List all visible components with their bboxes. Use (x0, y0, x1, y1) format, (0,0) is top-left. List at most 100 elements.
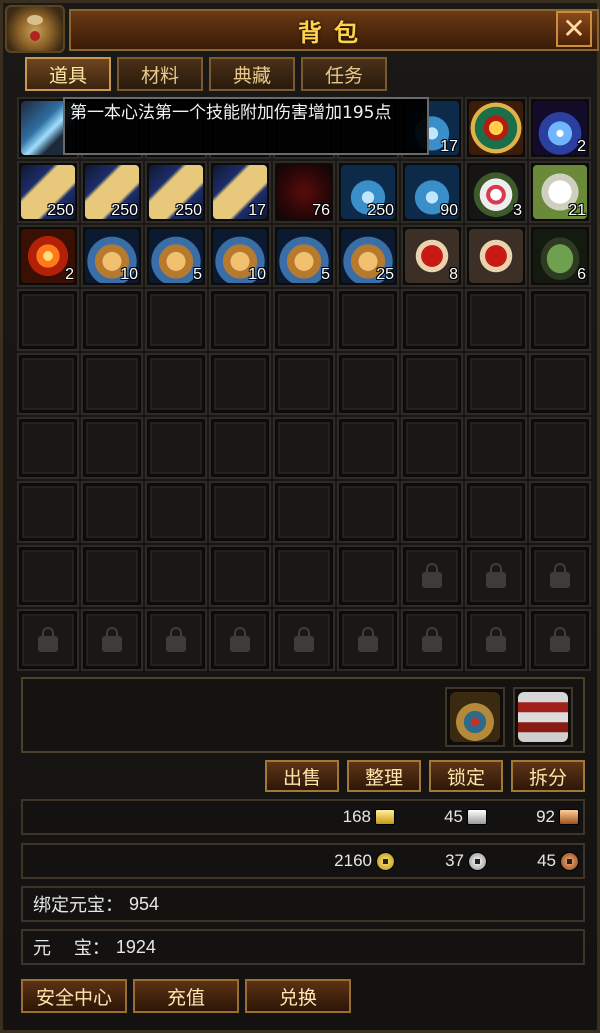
empty-slot[interactable] (337, 481, 399, 543)
empty-slot[interactable] (145, 417, 207, 479)
tab-materials[interactable]: 材料 (117, 57, 203, 91)
inventory-slot[interactable] (465, 225, 527, 287)
locked-slot[interactable] (529, 609, 591, 671)
empty-slot[interactable] (465, 289, 527, 351)
empty-slot[interactable] (81, 481, 143, 543)
empty-slot[interactable] (401, 353, 463, 415)
inventory-slot[interactable]: 2 (17, 225, 79, 287)
empty-slot[interactable] (81, 417, 143, 479)
empty-slot[interactable] (17, 545, 79, 607)
empty-slot[interactable] (465, 353, 527, 415)
locked-slot[interactable] (401, 545, 463, 607)
inventory-slot[interactable]: 17 (209, 161, 271, 223)
copper-coin-value: 45 (537, 851, 556, 870)
empty-slot[interactable] (529, 353, 591, 415)
item-count: 6 (577, 266, 586, 283)
locked-slot[interactable] (145, 609, 207, 671)
locked-slot[interactable] (401, 609, 463, 671)
empty-slot[interactable] (209, 289, 271, 351)
empty-slot[interactable] (273, 417, 335, 479)
inventory-slot[interactable]: 250 (337, 161, 399, 223)
locked-slot[interactable] (529, 545, 591, 607)
inventory-slot[interactable]: 3 (465, 161, 527, 223)
empty-slot[interactable] (529, 289, 591, 351)
empty-slot[interactable] (209, 353, 271, 415)
inventory-slot[interactable]: 250 (145, 161, 207, 223)
lock-icon (358, 627, 378, 652)
locked-slot[interactable] (81, 609, 143, 671)
empty-slot[interactable] (337, 545, 399, 607)
empty-slot[interactable] (529, 481, 591, 543)
inventory-slot[interactable] (465, 97, 527, 159)
inventory-slot[interactable]: 25 (337, 225, 399, 287)
inventory-slot[interactable]: 76 (273, 161, 335, 223)
tab-collection[interactable]: 典藏 (209, 57, 295, 91)
lucky-bag-slot[interactable] (445, 687, 505, 747)
empty-slot[interactable] (145, 545, 207, 607)
locked-slot[interactable] (273, 609, 335, 671)
empty-slot[interactable] (145, 481, 207, 543)
sort-button[interactable]: 整理 (347, 760, 421, 792)
empty-slot[interactable] (81, 289, 143, 351)
inventory-slot[interactable]: 5 (145, 225, 207, 287)
inventory-slot[interactable]: 2 (529, 97, 591, 159)
treasure-chest-slot[interactable] (513, 687, 573, 747)
empty-slot[interactable] (465, 481, 527, 543)
inventory-slot[interactable]: 250 (81, 161, 143, 223)
empty-slot[interactable] (401, 417, 463, 479)
inventory-slot[interactable]: 10 (209, 225, 271, 287)
empty-slot[interactable] (273, 289, 335, 351)
inventory-slot[interactable]: 21 (529, 161, 591, 223)
coin-currency-row: 2160 37 45 (21, 843, 585, 879)
lock-icon (550, 627, 570, 652)
empty-slot[interactable] (273, 353, 335, 415)
locked-slot[interactable] (209, 609, 271, 671)
tab-items[interactable]: 道具 (25, 57, 111, 91)
exchange-button[interactable]: 兑换 (245, 979, 351, 1013)
silver-ingot-icon (467, 809, 487, 825)
inventory-slot[interactable]: 10 (81, 225, 143, 287)
empty-slot[interactable] (401, 481, 463, 543)
sell-button[interactable]: 出售 (265, 760, 339, 792)
lock-button[interactable]: 锁定 (429, 760, 503, 792)
empty-slot[interactable] (401, 289, 463, 351)
empty-slot[interactable] (17, 481, 79, 543)
tab-quest[interactable]: 任务 (301, 57, 387, 91)
empty-slot[interactable] (337, 353, 399, 415)
inventory-slot[interactable]: 8 (401, 225, 463, 287)
item-count: 2 (577, 138, 586, 155)
inventory-slot[interactable]: 5 (273, 225, 335, 287)
shop-panel (21, 677, 585, 753)
empty-slot[interactable] (145, 289, 207, 351)
split-button[interactable]: 拆分 (511, 760, 585, 792)
empty-slot[interactable] (81, 545, 143, 607)
empty-slot[interactable] (17, 353, 79, 415)
empty-slot[interactable] (273, 545, 335, 607)
close-button[interactable]: ✕ (556, 11, 592, 47)
inventory-slot[interactable]: 6 (529, 225, 591, 287)
empty-slot[interactable] (209, 417, 271, 479)
locked-slot[interactable] (465, 545, 527, 607)
inventory-slot[interactable]: 250 (17, 161, 79, 223)
empty-slot[interactable] (145, 353, 207, 415)
empty-slot[interactable] (209, 545, 271, 607)
locked-slot[interactable] (337, 609, 399, 671)
empty-slot[interactable] (17, 289, 79, 351)
empty-slot[interactable] (273, 481, 335, 543)
silver-coin-amount: 37 (399, 851, 487, 871)
inventory-slot[interactable]: 90 (401, 161, 463, 223)
inventory-grid: 17 2 250 250 250 17 76 250 90 3 21 2 10 5 10 5 25 8 6 (17, 97, 591, 671)
recharge-button[interactable]: 充值 (133, 979, 239, 1013)
empty-slot[interactable] (529, 417, 591, 479)
empty-slot[interactable] (337, 289, 399, 351)
silver-ingot-value: 45 (444, 807, 463, 826)
empty-slot[interactable] (209, 481, 271, 543)
empty-slot[interactable] (17, 417, 79, 479)
bag-icon (5, 5, 65, 53)
locked-slot[interactable] (465, 609, 527, 671)
locked-slot[interactable] (17, 609, 79, 671)
security-center-button[interactable]: 安全中心 (21, 979, 127, 1013)
empty-slot[interactable] (465, 417, 527, 479)
empty-slot[interactable] (81, 353, 143, 415)
empty-slot[interactable] (337, 417, 399, 479)
